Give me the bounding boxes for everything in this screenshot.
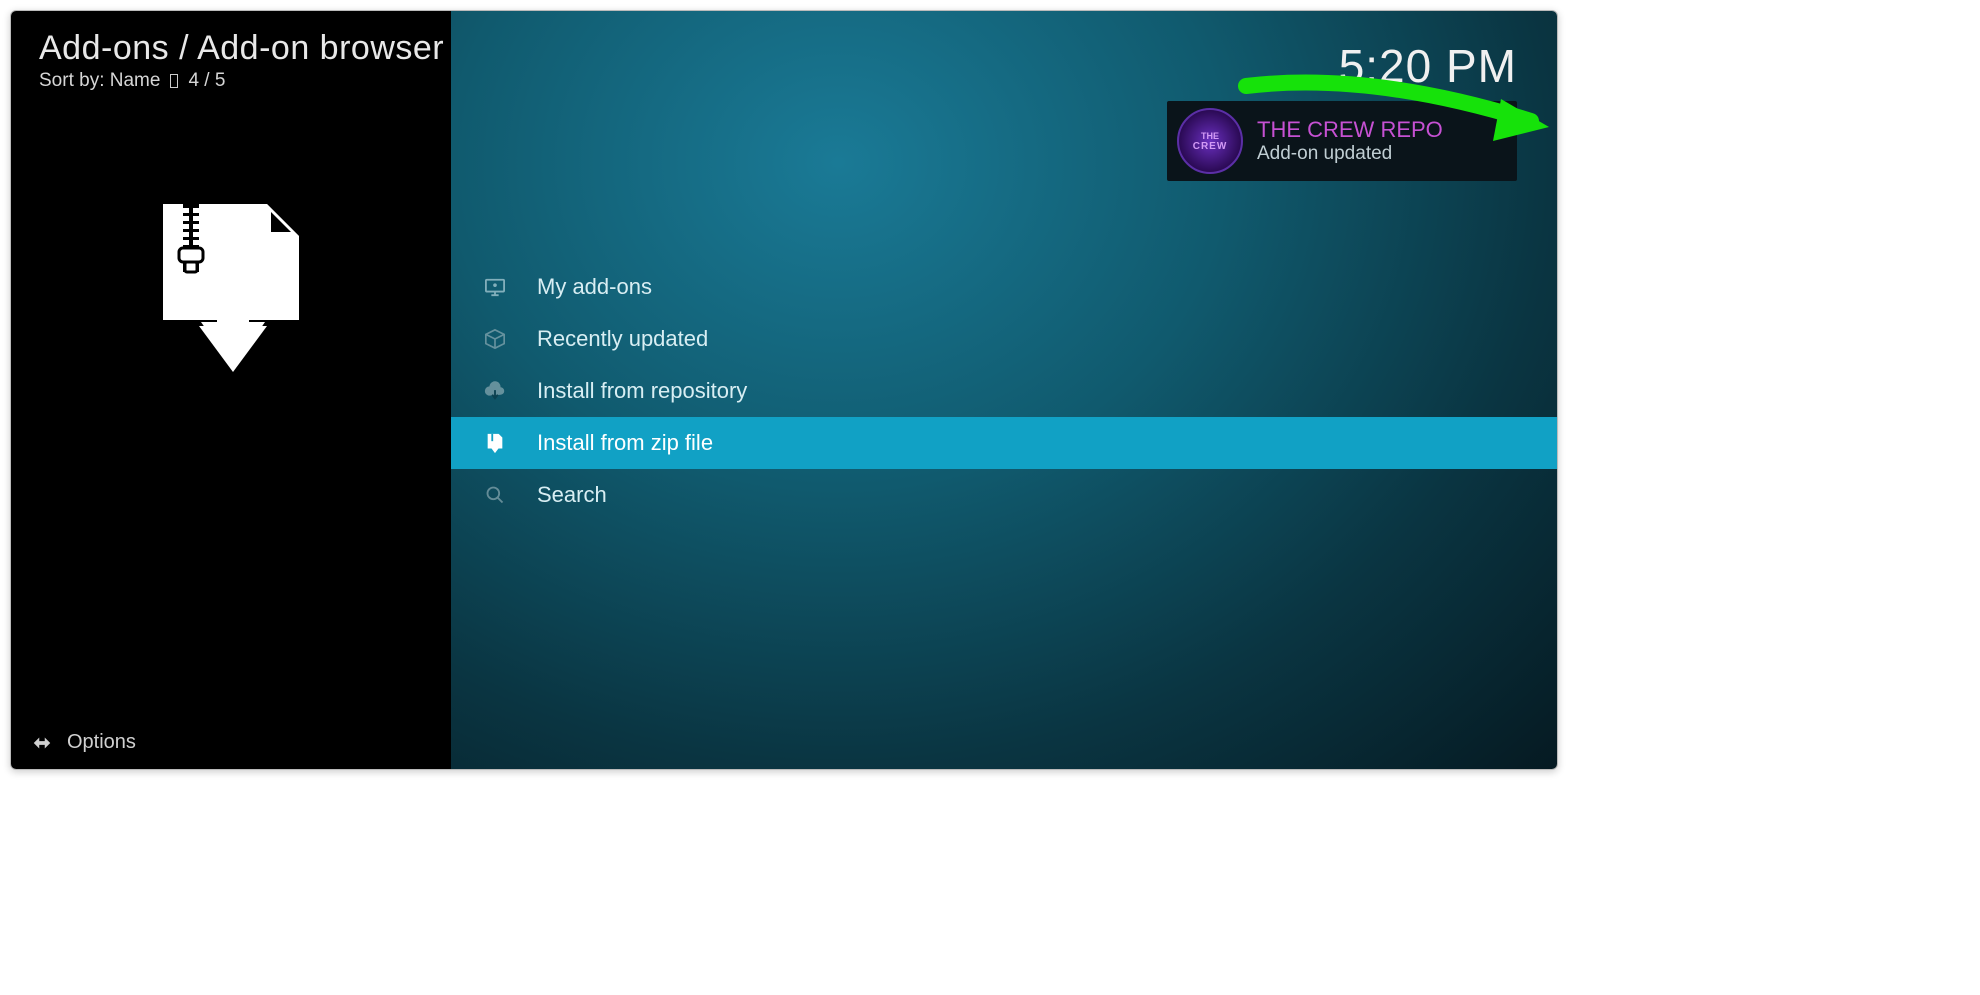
sort-position: 4 / 5 <box>188 70 225 92</box>
breadcrumb-title: Add-ons / Add-on browser <box>39 29 451 68</box>
notification-toast: THE CREW THE CREW REPO Add-on updated <box>1167 101 1517 181</box>
app-window: Add-ons / Add-on browser Sort by: Name 4… <box>10 10 1558 770</box>
menu-item-install-repository[interactable]: Install from repository <box>451 365 1557 417</box>
menu-item-install-zip[interactable]: Install from zip file <box>451 417 1557 469</box>
sidebar: Add-ons / Add-on browser Sort by: Name 4… <box>11 11 451 769</box>
menu-item-search[interactable]: Search <box>451 469 1557 521</box>
options-icon <box>31 732 53 754</box>
notification-text: THE CREW REPO Add-on updated <box>1257 117 1443 165</box>
breadcrumb: Add-ons / Add-on browser <box>11 11 451 68</box>
sort-arrow-icon <box>170 74 178 88</box>
main-panel: 5:20 PM My add-ons <box>451 11 1557 769</box>
notification-title: THE CREW REPO <box>1257 117 1443 143</box>
sort-label: Sort by: Name <box>39 70 160 92</box>
cloud-download-icon <box>481 379 509 403</box>
menu-list: My add-ons Recently updated <box>451 261 1557 521</box>
notification-subtitle: Add-on updated <box>1257 143 1443 165</box>
menu-item-label: Install from repository <box>537 378 747 404</box>
monitor-icon <box>481 275 509 299</box>
menu-item-label: Search <box>537 482 607 508</box>
menu-item-my-addons[interactable]: My add-ons <box>451 261 1557 313</box>
clock: 5:20 PM <box>1339 39 1517 93</box>
notification-addon-icon: THE CREW <box>1177 108 1243 174</box>
menu-item-label: Recently updated <box>537 326 708 352</box>
options-label: Options <box>67 731 136 754</box>
search-icon <box>481 483 509 507</box>
menu-item-label: My add-ons <box>537 274 652 300</box>
sidebar-addon-graphic <box>11 192 451 382</box>
menu-item-recently-updated[interactable]: Recently updated <box>451 313 1557 365</box>
box-icon <box>481 327 509 351</box>
menu-item-label: Install from zip file <box>537 430 713 456</box>
zip-download-icon <box>481 431 509 455</box>
options-button[interactable]: Options <box>31 731 136 754</box>
zip-download-large-icon <box>141 192 321 382</box>
sort-line[interactable]: Sort by: Name 4 / 5 <box>11 68 451 92</box>
